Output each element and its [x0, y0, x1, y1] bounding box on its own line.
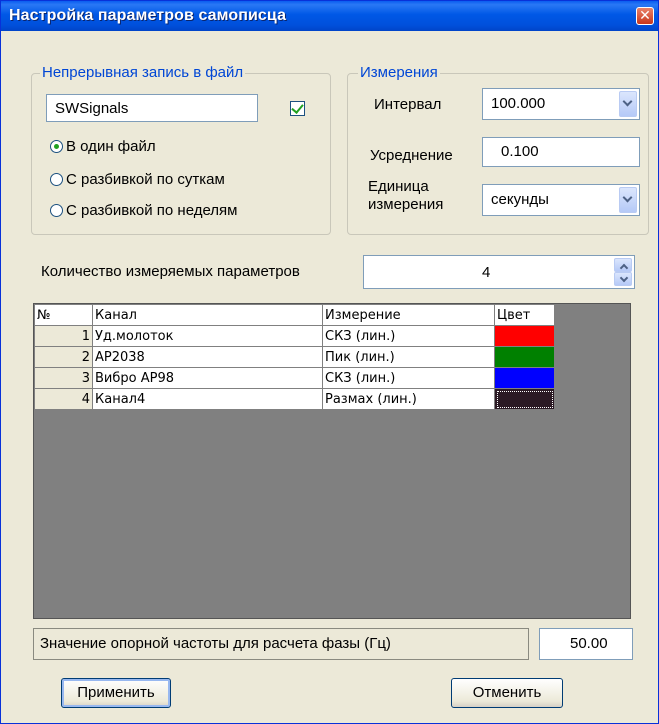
table-row[interactable]: 1 Уд.молоток СКЗ (лин.) [34, 325, 555, 347]
file-group-legend: Непрерывная запись в файл [40, 64, 246, 81]
channel-cell[interactable]: Канал4 [92, 388, 323, 410]
radio-split-days-label: С разбивкой по суткам [66, 171, 225, 188]
interval-select[interactable]: 100.000 [482, 88, 640, 120]
color-swatch [495, 368, 554, 388]
row-number: 1 [34, 325, 93, 347]
file-enable-checkbox[interactable] [290, 101, 305, 116]
table-row[interactable]: 4 Канал4 Размах (лин.) [34, 388, 555, 410]
column-header-color[interactable]: Цвет [494, 304, 555, 326]
table-row[interactable]: 3 Вибро AP98 СКЗ (лин.) [34, 367, 555, 389]
measure-group-legend: Измерения [358, 64, 440, 81]
radio-single-file[interactable]: В один файл [50, 138, 156, 155]
cancel-button[interactable]: Отменить [451, 678, 563, 708]
apply-button[interactable]: Применить [61, 678, 171, 708]
chevron-down-icon[interactable] [619, 187, 637, 213]
measure-cell[interactable]: СКЗ (лин.) [322, 325, 495, 347]
check-icon [291, 101, 304, 114]
close-icon[interactable]: ✕ [636, 7, 654, 25]
color-swatch [495, 389, 554, 409]
row-number: 2 [34, 346, 93, 368]
file-group: Непрерывная запись в файл SWSignals В од… [31, 64, 331, 235]
chevron-down-icon[interactable] [619, 91, 637, 117]
interval-label: Интервал [374, 96, 442, 113]
spin-down-icon[interactable] [614, 272, 632, 286]
column-header-channel[interactable]: Канал [92, 304, 323, 326]
measure-cell[interactable]: Размах (лин.) [322, 388, 495, 410]
unit-label-line2: измерения [368, 196, 444, 213]
color-cell[interactable] [494, 367, 555, 389]
spin-arrows-icon[interactable] [614, 258, 632, 286]
filename-field[interactable]: SWSignals [46, 94, 258, 122]
unit-select[interactable]: секунды [482, 184, 640, 216]
window-title: Настройка параметров самописца [9, 7, 287, 24]
interval-value: 100.000 [491, 95, 546, 112]
column-header-measure[interactable]: Измерение [322, 304, 495, 326]
averaging-label: Усреднение [370, 147, 453, 164]
row-number: 3 [34, 367, 93, 389]
unit-value: секунды [491, 191, 549, 208]
radio-split-weeks-label: С разбивкой по неделям [66, 202, 238, 219]
ref-freq-label: Значение опорной частоты для расчета фаз… [33, 628, 529, 660]
measure-cell[interactable]: СКЗ (лин.) [322, 367, 495, 389]
color-swatch [495, 326, 554, 346]
radio-single-file-label: В один файл [66, 138, 156, 155]
param-count-value: 4 [482, 264, 491, 281]
averaging-field[interactable]: 0.100 [482, 137, 640, 167]
ref-freq-field[interactable]: 50.00 [539, 628, 633, 660]
color-cell[interactable] [494, 325, 555, 347]
channel-table: № Канал Измерение Цвет 1 Уд.молоток СКЗ … [34, 304, 555, 410]
radio-split-days[interactable]: С разбивкой по суткам [50, 171, 225, 188]
settings-dialog: Настройка параметров самописца ✕ Непреры… [0, 0, 659, 724]
radio-icon [50, 173, 63, 186]
param-count-label: Количество измеряемых параметров [41, 263, 300, 280]
row-number: 4 [34, 388, 93, 410]
channel-cell[interactable]: AP2038 [92, 346, 323, 368]
radio-selected-icon [50, 140, 63, 153]
spin-up-icon[interactable] [614, 258, 632, 272]
channel-cell[interactable]: Вибро AP98 [92, 367, 323, 389]
measure-cell[interactable]: Пик (лин.) [322, 346, 495, 368]
color-cell[interactable] [494, 346, 555, 368]
table-row[interactable]: 2 AP2038 Пик (лин.) [34, 346, 555, 368]
channel-cell[interactable]: Уд.молоток [92, 325, 323, 347]
column-header-num[interactable]: № [34, 304, 93, 326]
unit-label-line1: Единица [368, 178, 429, 195]
param-count-stepper[interactable]: 4 [363, 255, 635, 289]
radio-icon [50, 204, 63, 217]
measure-group: Измерения Интервал 100.000 Усреднение 0.… [347, 64, 649, 235]
color-swatch [495, 347, 554, 367]
title-bar: Настройка параметров самописца ✕ [1, 1, 658, 31]
color-cell[interactable] [494, 388, 555, 410]
radio-split-weeks[interactable]: С разбивкой по неделям [50, 202, 238, 219]
channel-grid[interactable]: № Канал Измерение Цвет 1 Уд.молоток СКЗ … [33, 303, 631, 619]
